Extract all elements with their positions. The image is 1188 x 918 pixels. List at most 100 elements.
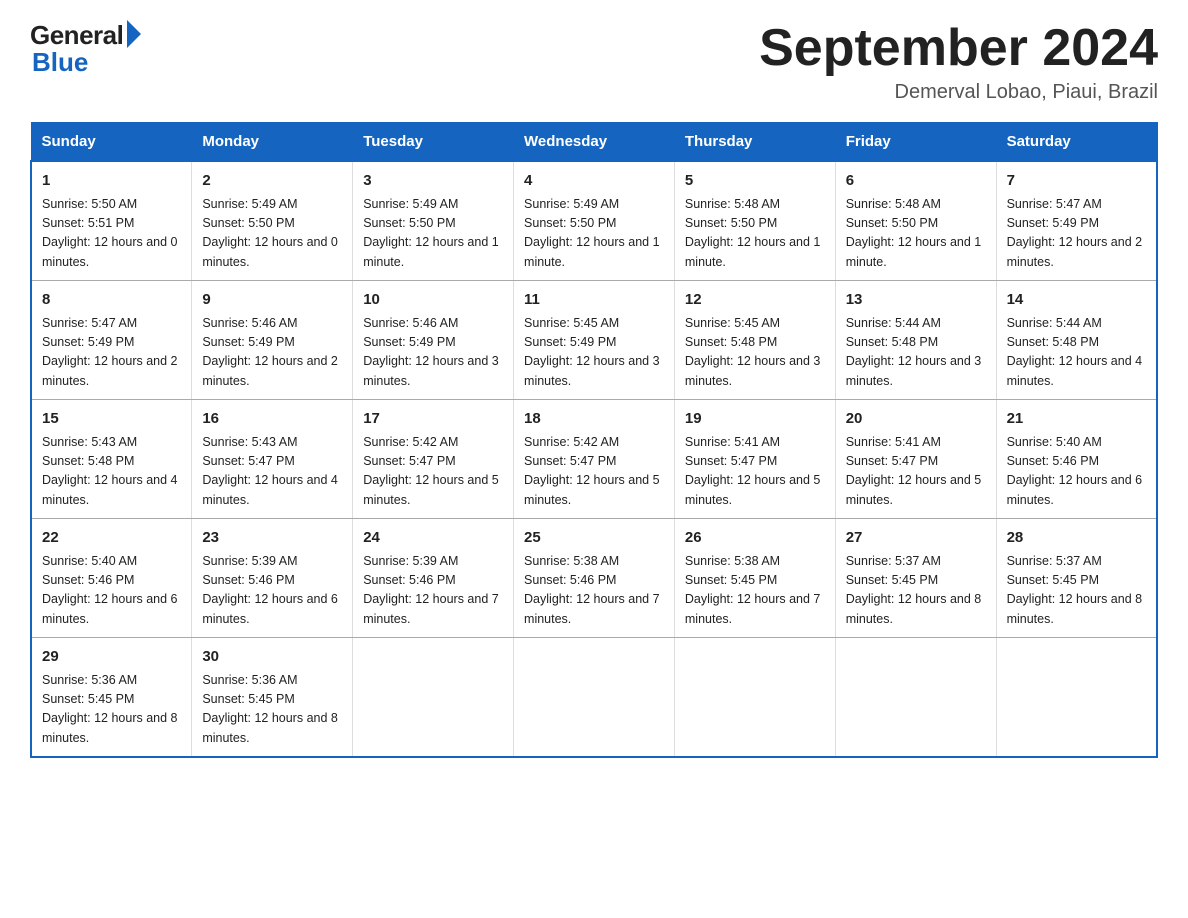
logo-blue-text: Blue xyxy=(32,47,88,78)
day-cell-21: 21Sunrise: 5:40 AMSunset: 5:46 PMDayligh… xyxy=(996,400,1157,519)
day-number: 24 xyxy=(363,527,503,550)
week-row-4: 22Sunrise: 5:40 AMSunset: 5:46 PMDayligh… xyxy=(31,519,1157,638)
day-info: Sunrise: 5:36 AMSunset: 5:45 PMDaylight:… xyxy=(202,671,342,749)
day-number: 6 xyxy=(846,170,986,193)
day-info: Sunrise: 5:41 AMSunset: 5:47 PMDaylight:… xyxy=(685,433,825,511)
day-cell-18: 18Sunrise: 5:42 AMSunset: 5:47 PMDayligh… xyxy=(514,400,675,519)
day-number: 5 xyxy=(685,170,825,193)
empty-cell xyxy=(353,638,514,758)
day-info: Sunrise: 5:43 AMSunset: 5:47 PMDaylight:… xyxy=(202,433,342,511)
day-cell-11: 11Sunrise: 5:45 AMSunset: 5:49 PMDayligh… xyxy=(514,281,675,400)
day-number: 20 xyxy=(846,408,986,431)
day-cell-28: 28Sunrise: 5:37 AMSunset: 5:45 PMDayligh… xyxy=(996,519,1157,638)
empty-cell xyxy=(835,638,996,758)
day-info: Sunrise: 5:48 AMSunset: 5:50 PMDaylight:… xyxy=(685,195,825,273)
header-cell-thursday: Thursday xyxy=(674,123,835,162)
day-cell-16: 16Sunrise: 5:43 AMSunset: 5:47 PMDayligh… xyxy=(192,400,353,519)
day-number: 15 xyxy=(42,408,181,431)
day-cell-13: 13Sunrise: 5:44 AMSunset: 5:48 PMDayligh… xyxy=(835,281,996,400)
week-row-1: 1Sunrise: 5:50 AMSunset: 5:51 PMDaylight… xyxy=(31,161,1157,281)
day-cell-1: 1Sunrise: 5:50 AMSunset: 5:51 PMDaylight… xyxy=(31,161,192,281)
day-cell-25: 25Sunrise: 5:38 AMSunset: 5:46 PMDayligh… xyxy=(514,519,675,638)
day-cell-27: 27Sunrise: 5:37 AMSunset: 5:45 PMDayligh… xyxy=(835,519,996,638)
day-cell-20: 20Sunrise: 5:41 AMSunset: 5:47 PMDayligh… xyxy=(835,400,996,519)
day-info: Sunrise: 5:43 AMSunset: 5:48 PMDaylight:… xyxy=(42,433,181,511)
day-cell-17: 17Sunrise: 5:42 AMSunset: 5:47 PMDayligh… xyxy=(353,400,514,519)
day-number: 23 xyxy=(202,527,342,550)
day-number: 11 xyxy=(524,289,664,312)
empty-cell xyxy=(996,638,1157,758)
day-cell-14: 14Sunrise: 5:44 AMSunset: 5:48 PMDayligh… xyxy=(996,281,1157,400)
day-number: 2 xyxy=(202,170,342,193)
day-number: 17 xyxy=(363,408,503,431)
day-cell-30: 30Sunrise: 5:36 AMSunset: 5:45 PMDayligh… xyxy=(192,638,353,758)
day-info: Sunrise: 5:48 AMSunset: 5:50 PMDaylight:… xyxy=(846,195,986,273)
day-info: Sunrise: 5:46 AMSunset: 5:49 PMDaylight:… xyxy=(363,314,503,392)
logo-arrow-icon xyxy=(127,20,141,48)
day-cell-7: 7Sunrise: 5:47 AMSunset: 5:49 PMDaylight… xyxy=(996,161,1157,281)
day-cell-26: 26Sunrise: 5:38 AMSunset: 5:45 PMDayligh… xyxy=(674,519,835,638)
day-info: Sunrise: 5:46 AMSunset: 5:49 PMDaylight:… xyxy=(202,314,342,392)
day-info: Sunrise: 5:40 AMSunset: 5:46 PMDaylight:… xyxy=(1007,433,1146,511)
day-info: Sunrise: 5:45 AMSunset: 5:48 PMDaylight:… xyxy=(685,314,825,392)
day-cell-4: 4Sunrise: 5:49 AMSunset: 5:50 PMDaylight… xyxy=(514,161,675,281)
day-number: 22 xyxy=(42,527,181,550)
day-cell-3: 3Sunrise: 5:49 AMSunset: 5:50 PMDaylight… xyxy=(353,161,514,281)
day-number: 30 xyxy=(202,646,342,669)
day-number: 19 xyxy=(685,408,825,431)
day-number: 10 xyxy=(363,289,503,312)
day-number: 18 xyxy=(524,408,664,431)
week-row-2: 8Sunrise: 5:47 AMSunset: 5:49 PMDaylight… xyxy=(31,281,1157,400)
day-info: Sunrise: 5:47 AMSunset: 5:49 PMDaylight:… xyxy=(42,314,181,392)
day-number: 29 xyxy=(42,646,181,669)
day-info: Sunrise: 5:45 AMSunset: 5:49 PMDaylight:… xyxy=(524,314,664,392)
day-info: Sunrise: 5:38 AMSunset: 5:46 PMDaylight:… xyxy=(524,552,664,630)
day-cell-19: 19Sunrise: 5:41 AMSunset: 5:47 PMDayligh… xyxy=(674,400,835,519)
day-cell-22: 22Sunrise: 5:40 AMSunset: 5:46 PMDayligh… xyxy=(31,519,192,638)
title-area: September 2024 Demerval Lobao, Piaui, Br… xyxy=(759,20,1158,104)
day-info: Sunrise: 5:49 AMSunset: 5:50 PMDaylight:… xyxy=(524,195,664,273)
day-cell-23: 23Sunrise: 5:39 AMSunset: 5:46 PMDayligh… xyxy=(192,519,353,638)
day-number: 26 xyxy=(685,527,825,550)
header-cell-sunday: Sunday xyxy=(31,123,192,162)
day-info: Sunrise: 5:37 AMSunset: 5:45 PMDaylight:… xyxy=(846,552,986,630)
day-info: Sunrise: 5:47 AMSunset: 5:49 PMDaylight:… xyxy=(1007,195,1146,273)
page-header: General Blue September 2024 Demerval Lob… xyxy=(30,20,1158,104)
day-number: 1 xyxy=(42,170,181,193)
day-cell-9: 9Sunrise: 5:46 AMSunset: 5:49 PMDaylight… xyxy=(192,281,353,400)
day-info: Sunrise: 5:49 AMSunset: 5:50 PMDaylight:… xyxy=(363,195,503,273)
week-row-5: 29Sunrise: 5:36 AMSunset: 5:45 PMDayligh… xyxy=(31,638,1157,758)
week-row-3: 15Sunrise: 5:43 AMSunset: 5:48 PMDayligh… xyxy=(31,400,1157,519)
day-number: 8 xyxy=(42,289,181,312)
empty-cell xyxy=(674,638,835,758)
day-cell-6: 6Sunrise: 5:48 AMSunset: 5:50 PMDaylight… xyxy=(835,161,996,281)
day-info: Sunrise: 5:42 AMSunset: 5:47 PMDaylight:… xyxy=(524,433,664,511)
day-cell-2: 2Sunrise: 5:49 AMSunset: 5:50 PMDaylight… xyxy=(192,161,353,281)
day-info: Sunrise: 5:39 AMSunset: 5:46 PMDaylight:… xyxy=(363,552,503,630)
day-number: 25 xyxy=(524,527,664,550)
day-cell-5: 5Sunrise: 5:48 AMSunset: 5:50 PMDaylight… xyxy=(674,161,835,281)
day-info: Sunrise: 5:36 AMSunset: 5:45 PMDaylight:… xyxy=(42,671,181,749)
logo: General Blue xyxy=(30,20,141,78)
day-info: Sunrise: 5:38 AMSunset: 5:45 PMDaylight:… xyxy=(685,552,825,630)
header-cell-tuesday: Tuesday xyxy=(353,123,514,162)
day-number: 4 xyxy=(524,170,664,193)
day-info: Sunrise: 5:37 AMSunset: 5:45 PMDaylight:… xyxy=(1007,552,1146,630)
day-number: 27 xyxy=(846,527,986,550)
day-info: Sunrise: 5:49 AMSunset: 5:50 PMDaylight:… xyxy=(202,195,342,273)
day-number: 14 xyxy=(1007,289,1146,312)
month-title: September 2024 xyxy=(759,20,1158,77)
day-number: 21 xyxy=(1007,408,1146,431)
day-cell-10: 10Sunrise: 5:46 AMSunset: 5:49 PMDayligh… xyxy=(353,281,514,400)
day-number: 13 xyxy=(846,289,986,312)
header-cell-saturday: Saturday xyxy=(996,123,1157,162)
header-cell-friday: Friday xyxy=(835,123,996,162)
day-info: Sunrise: 5:50 AMSunset: 5:51 PMDaylight:… xyxy=(42,195,181,273)
day-info: Sunrise: 5:42 AMSunset: 5:47 PMDaylight:… xyxy=(363,433,503,511)
day-number: 3 xyxy=(363,170,503,193)
day-info: Sunrise: 5:39 AMSunset: 5:46 PMDaylight:… xyxy=(202,552,342,630)
header-cell-monday: Monday xyxy=(192,123,353,162)
header-cell-wednesday: Wednesday xyxy=(514,123,675,162)
calendar-table: SundayMondayTuesdayWednesdayThursdayFrid… xyxy=(30,122,1158,758)
day-number: 16 xyxy=(202,408,342,431)
